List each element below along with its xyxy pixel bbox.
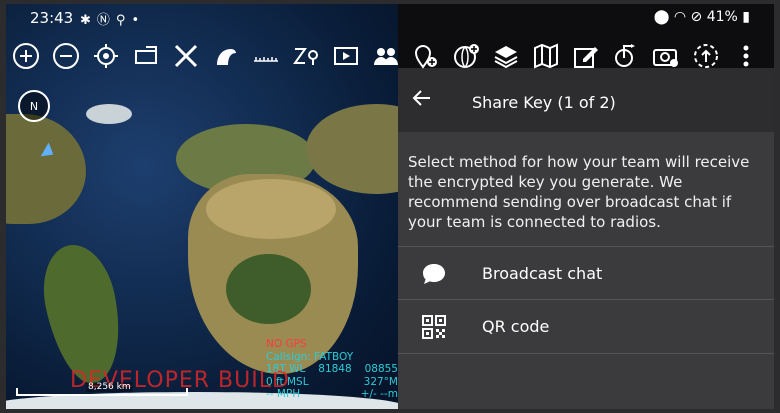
zoom-in-button[interactable] (6, 36, 46, 76)
location-info-overlay: NO GPS Callsign: FATBOY 18T WL 81848 08855… (266, 338, 398, 401)
overflow-menu-icon (743, 45, 749, 67)
layout-icon (135, 46, 157, 64)
map-landmass (306, 104, 398, 194)
edit-button[interactable] (566, 36, 606, 76)
ruler-icon (254, 57, 278, 62)
map-icon (534, 43, 558, 69)
map-landmass (6, 114, 86, 224)
contacts-button[interactable] (366, 36, 406, 76)
location-pin-icon: ⚲ (115, 13, 132, 28)
map-landmass (206, 179, 336, 239)
qr-code-option[interactable]: QR code (398, 299, 774, 354)
broadcast-chat-label: Broadcast chat (482, 264, 603, 283)
speed: -- MPH (266, 388, 301, 400)
compass-label: N (29, 99, 39, 113)
scale-bar: 8,256 km (16, 382, 188, 398)
mission-icon (217, 49, 236, 65)
panel-description: Select method for how your team will rec… (408, 153, 750, 231)
chat-bubble-icon (404, 262, 464, 286)
zoom-out-icon (53, 43, 79, 69)
sync-button[interactable] (686, 36, 726, 76)
accuracy: +/- --m (360, 388, 398, 400)
layers-button[interactable] (486, 36, 526, 76)
battery-text: 41% (706, 9, 738, 25)
map-toolbar (6, 36, 774, 76)
locate-button[interactable] (86, 36, 126, 76)
add-point-icon (454, 44, 479, 68)
go-to-icon (293, 48, 318, 65)
route-icon (615, 44, 635, 67)
map-button[interactable] (526, 36, 566, 76)
screen: 23:43 ✱Ⓝ⚲• ⬤ ◠ ⊘ 41% ▮ N DEVELOPER BUILD… (6, 4, 774, 409)
grid-zone: 18T WL (266, 363, 306, 375)
dnd-icon: ⊘ (690, 9, 703, 25)
camera-button[interactable] (646, 36, 686, 76)
callsign: Callsign: FATBOY (266, 350, 354, 363)
status-bar: 23:43 ✱Ⓝ⚲• ⬤ ◠ ⊘ 41% ▮ (6, 4, 774, 32)
gps-status: NO GPS (266, 338, 307, 350)
n-badge-icon: Ⓝ (96, 13, 116, 28)
wifi-icon: ◠ (673, 9, 687, 25)
map-landmass (226, 254, 311, 324)
gear-icon: ✱ (80, 13, 97, 28)
zoom-out-button[interactable] (46, 36, 86, 76)
route-button[interactable] (606, 36, 646, 76)
notification-icons: ✱Ⓝ⚲• (80, 9, 145, 28)
device-frame: 23:43 ✱Ⓝ⚲• ⬤ ◠ ⊘ 41% ▮ N DEVELOPER BUILD… (0, 0, 780, 413)
back-arrow-icon (412, 90, 430, 106)
scale-label: 8,256 km (86, 382, 133, 392)
locate-icon (94, 44, 118, 68)
heading: 327°M (363, 375, 398, 388)
share-key-panel: Share Key (1 of 2) Select method for how… (398, 68, 774, 409)
mission-button[interactable] (206, 36, 246, 76)
panel-title: Share Key (1 of 2) (472, 93, 616, 112)
northing: 08855 (364, 363, 398, 375)
status-time: 23:43 (30, 9, 74, 27)
close-tools-button[interactable] (166, 36, 206, 76)
overflow-menu-button[interactable] (726, 36, 766, 76)
close-tools-icon (174, 44, 198, 68)
broadcast-chat-option[interactable]: Broadcast chat (398, 246, 774, 300)
add-marker-icon (414, 45, 437, 69)
video-icon (334, 47, 358, 65)
layout-button[interactable] (126, 36, 166, 76)
layers-icon (494, 46, 518, 69)
dot-icon: • (131, 13, 146, 28)
ruler-button[interactable] (246, 36, 286, 76)
zoom-in-icon (13, 43, 39, 69)
add-point-button[interactable] (446, 36, 486, 76)
location-icon: ⬤ (653, 9, 670, 25)
camera-icon (653, 49, 678, 67)
battery-icon: ▮ (742, 9, 750, 25)
panel-header: Share Key (1 of 2) (398, 68, 774, 132)
add-marker-button[interactable] (406, 36, 446, 76)
map-landmass (86, 104, 132, 124)
qr-code-icon (404, 314, 464, 339)
compass-button[interactable]: N (18, 90, 50, 122)
status-right: ⬤ ◠ ⊘ 41% ▮ (654, 9, 750, 25)
altitude: 0 ft MSL (266, 375, 309, 388)
sync-icon (694, 44, 718, 68)
easting: 81848 (318, 363, 352, 375)
contacts-icon (374, 48, 398, 65)
qr-code-label: QR code (482, 317, 550, 336)
go-to-button[interactable] (286, 36, 326, 76)
back-button[interactable] (412, 88, 432, 114)
video-button[interactable] (326, 36, 366, 76)
edit-icon (574, 47, 598, 68)
